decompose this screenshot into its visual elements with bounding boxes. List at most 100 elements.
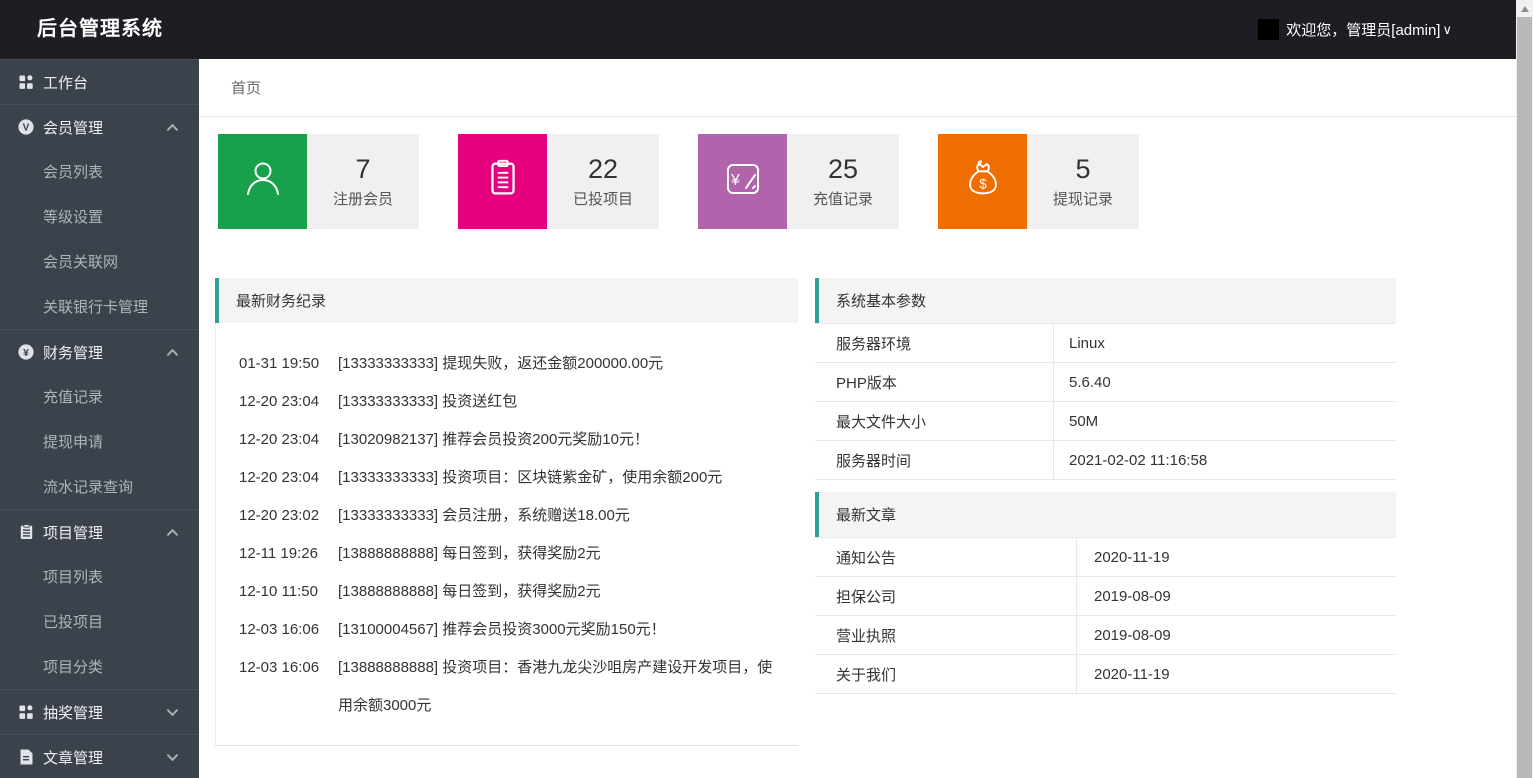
stat-value: 7 [355,154,370,185]
person-icon [239,155,287,208]
sidebar-item[interactable]: 文章管理 [0,734,199,778]
article-date: 2019-08-09 [1077,577,1396,615]
topbar: 后台管理系统 欢迎您，管理员[admin] ∨ [0,0,1533,59]
breadcrumb-bar: 首页 [199,59,1516,117]
stat-cards: 7 注册会员 22 已投项目 ¥ 25 [218,134,1516,229]
right-column: 系统基本参数 服务器环境 Linux PHP版本 5.6.40 [815,278,1396,694]
record-text: [13333333333] 投资项目：区块链紫金矿，使用余额200元 [338,459,784,497]
finance-record: 01-31 19:50 [13333333333] 提现失败，返还金额20000… [239,345,784,383]
finance-record: 12-03 16:06 [13888888888] 投资项目：香港九龙尖沙咀房产… [239,649,784,725]
article-title: 通知公告 [815,538,1077,576]
stat-card[interactable]: 7 注册会员 [218,134,419,229]
sidebar-item[interactable]: 会员关联网 [0,239,199,284]
scroll-up-button[interactable] [1516,0,1533,17]
sidebar-item-label: 流水记录查询 [43,476,179,497]
chevron-up-icon [166,123,179,132]
record-text: [13888888888] 每日签到，获得奖励2元 [338,573,784,611]
triangle-up-icon [1521,6,1529,12]
vertical-scrollbar[interactable] [1516,0,1533,778]
sidebar-item-label: 充值记录 [43,386,179,407]
record-text: [13333333333] 提现失败，返还金额200000.00元 [338,345,784,383]
stat-card[interactable]: $ 5 提现记录 [938,134,1139,229]
stat-value: 22 [588,154,618,185]
panel-title: 系统基本参数 [836,290,926,311]
sidebar-item-label: 财务管理 [43,342,166,363]
record-time: 01-31 19:50 [239,345,338,383]
sidebar-item[interactable]: 提现申请 [0,419,199,464]
article-date: 2019-08-09 [1077,616,1396,654]
document-icon [18,749,34,765]
stat-label: 注册会员 [333,188,393,209]
app-title: 后台管理系统 [37,0,163,59]
record-time: 12-20 23:04 [239,421,338,459]
record-time: 12-03 16:06 [239,611,338,649]
finance-record: 12-20 23:04 [13020982137] 推荐会员投资200元奖励10… [239,421,784,459]
stat-card[interactable]: ¥ 25 充值记录 [698,134,899,229]
chevron-down-icon [166,708,179,717]
sidebar-item-label: 项目管理 [43,522,166,543]
sidebar-item-label: 会员管理 [43,117,166,138]
sidebar-item[interactable]: 项目列表 [0,554,199,599]
sidebar-item[interactable]: 流水记录查询 [0,464,199,509]
article-title: 关于我们 [815,655,1077,693]
finance-record: 12-20 23:02 [13333333333] 会员注册，系统赠送18.00… [239,497,784,535]
panel-title: 最新文章 [836,504,896,525]
sidebar-item[interactable]: 关联银行卡管理 [0,284,199,329]
articles-table: 通知公告 2020-11-19 担保公司 2019-08-09 营业执照 201… [815,537,1396,694]
sidebar-item-label: 关联银行卡管理 [43,296,179,317]
finance-panel-header: 最新财务纪录 [215,278,798,323]
record-time: 12-20 23:04 [239,383,338,421]
sidebar-item[interactable]: 充值记录 [0,374,199,419]
record-text: [13888888888] 投资项目：香港九龙尖沙咀房产建设开发项目，使用余额3… [338,649,784,725]
sidebar-item-label: 项目分类 [43,656,179,677]
chevron-down-icon [166,753,179,762]
row-value: Linux [1054,324,1396,362]
stat-label: 充值记录 [813,188,873,209]
grid-icon [18,74,34,90]
record-time: 12-20 23:04 [239,459,338,497]
sidebar-item[interactable]: 项目管理 [0,509,199,554]
sidebar-item-label: 会员关联网 [43,251,179,272]
moneybag-icon: $ [960,156,1006,207]
sidebar: 工作台 V 会员管理 会员列表 等级设置 会员关联网 关联银行卡管理 [0,59,199,778]
main-content: 首页 7 注册会员 22 已投项目 [199,59,1516,778]
finance-record: 12-11 19:26 [13888888888] 每日签到，获得奖励2元 [239,535,784,573]
avatar [1258,19,1279,40]
user-menu[interactable]: 欢迎您，管理员[admin] ∨ [1258,0,1452,59]
sidebar-item[interactable]: 等级设置 [0,194,199,239]
table-row: 通知公告 2020-11-19 [815,538,1396,577]
stat-card[interactable]: 22 已投项目 [458,134,659,229]
article-title: 担保公司 [815,577,1077,615]
row-value: 50M [1054,402,1396,440]
stat-value: 25 [828,154,858,185]
svg-text:$: $ [979,177,987,192]
scrollbar-thumb[interactable] [1517,17,1532,778]
record-text: [13333333333] 投资送红包 [338,383,784,421]
record-text: [13888888888] 每日签到，获得奖励2元 [338,535,784,573]
row-label: PHP版本 [815,363,1054,401]
sidebar-item[interactable]: 会员列表 [0,149,199,194]
sidebar-item[interactable]: 抽奖管理 [0,689,199,734]
sidebar-item[interactable]: 项目分类 [0,644,199,689]
article-date: 2020-11-19 [1077,538,1396,576]
table-row: 担保公司 2019-08-09 [815,577,1396,616]
sidebar-item[interactable]: V 会员管理 [0,104,199,149]
table-row: PHP版本 5.6.40 [815,363,1396,402]
sidebar-item-label: 项目列表 [43,566,179,587]
system-panel-header: 系统基本参数 [815,278,1396,323]
row-value: 5.6.40 [1054,363,1396,401]
svg-text:V: V [23,123,30,134]
table-row: 服务器环境 Linux [815,324,1396,363]
sidebar-item[interactable]: ¥ 财务管理 [0,329,199,374]
chevron-down-icon[interactable]: ∨ [1442,22,1452,38]
finance-record-list: 01-31 19:50 [13333333333] 提现失败，返还金额20000… [215,323,798,746]
sidebar-item[interactable]: 已投项目 [0,599,199,644]
sidebar-item[interactable]: 工作台 [0,59,199,104]
stat-label: 已投项目 [573,188,633,209]
breadcrumb[interactable]: 首页 [231,77,261,98]
finance-record: 12-10 11:50 [13888888888] 每日签到，获得奖励2元 [239,573,784,611]
articles-panel: 最新文章 通知公告 2020-11-19 担保公司 2019-08-09 [815,492,1396,694]
stat-label: 提现记录 [1053,188,1113,209]
article-date: 2020-11-19 [1077,655,1396,693]
money-circle-icon: ¥ [18,344,34,360]
